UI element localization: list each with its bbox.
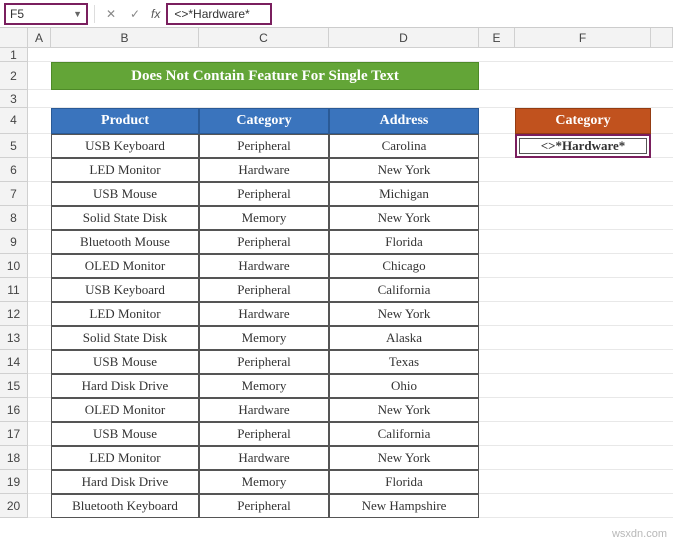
table-cell[interactable]: USB Mouse	[51, 422, 199, 446]
table-cell[interactable]: Bluetooth Keyboard	[51, 494, 199, 518]
table-cell[interactable]: Memory	[199, 206, 329, 230]
col-head-C[interactable]: C	[199, 28, 329, 48]
row-head[interactable]: 5	[0, 134, 28, 158]
table-cell[interactable]: OLED Monitor	[51, 254, 199, 278]
criteria-header: Category	[515, 108, 651, 134]
row-head[interactable]: 13	[0, 326, 28, 350]
row-head[interactable]: 18	[0, 446, 28, 470]
select-all-corner[interactable]	[0, 28, 28, 48]
table-cell[interactable]: Hardware	[199, 446, 329, 470]
name-box[interactable]: F5 ▼	[4, 3, 88, 25]
table-cell[interactable]: LED Monitor	[51, 302, 199, 326]
chevron-down-icon[interactable]: ▼	[73, 9, 82, 19]
table-cell[interactable]: LED Monitor	[51, 158, 199, 182]
row-head[interactable]: 6	[0, 158, 28, 182]
fx-label[interactable]: fx	[149, 7, 162, 21]
col-head-blank[interactable]	[651, 28, 673, 48]
col-head-A[interactable]: A	[28, 28, 51, 48]
table-cell[interactable]: Michigan	[329, 182, 479, 206]
table-cell[interactable]: Memory	[199, 374, 329, 398]
table-cell[interactable]: New York	[329, 446, 479, 470]
table-header-product: Product	[51, 108, 199, 134]
table-cell[interactable]: Hard Disk Drive	[51, 374, 199, 398]
formula-text: <>*Hardware*	[174, 7, 249, 21]
table-cell[interactable]: Peripheral	[199, 278, 329, 302]
table-cell[interactable]: Hardware	[199, 398, 329, 422]
table-cell[interactable]: Florida	[329, 230, 479, 254]
table-cell[interactable]: New York	[329, 302, 479, 326]
row-head[interactable]: 11	[0, 278, 28, 302]
table-cell[interactable]: Florida	[329, 470, 479, 494]
row-head[interactable]: 16	[0, 398, 28, 422]
table-cell[interactable]: Solid State Disk	[51, 326, 199, 350]
table-cell[interactable]: California	[329, 422, 479, 446]
page-title: Does Not Contain Feature For Single Text	[51, 62, 479, 90]
table-cell[interactable]: Memory	[199, 470, 329, 494]
col-head-F[interactable]: F	[515, 28, 651, 48]
separator	[94, 5, 95, 23]
row-head[interactable]: 15	[0, 374, 28, 398]
row-head[interactable]: 20	[0, 494, 28, 518]
row-head[interactable]: 3	[0, 90, 28, 108]
col-head-B[interactable]: B	[51, 28, 199, 48]
row-head[interactable]: 9	[0, 230, 28, 254]
row-head[interactable]: 4	[0, 108, 28, 134]
row-head[interactable]: 17	[0, 422, 28, 446]
table-cell[interactable]: Bluetooth Mouse	[51, 230, 199, 254]
table-header-category: Category	[199, 108, 329, 134]
table-cell[interactable]: Peripheral	[199, 350, 329, 374]
table-cell[interactable]: Peripheral	[199, 134, 329, 158]
table-cell[interactable]: Peripheral	[199, 422, 329, 446]
watermark: wsxdn.com	[612, 528, 667, 540]
table-cell[interactable]: New York	[329, 398, 479, 422]
row-head[interactable]: 10	[0, 254, 28, 278]
table-cell[interactable]: Solid State Disk	[51, 206, 199, 230]
row-head[interactable]: 1	[0, 48, 28, 62]
table-cell[interactable]: OLED Monitor	[51, 398, 199, 422]
spreadsheet-grid[interactable]: A B C D E F 1 2 Does Not Contain Feature…	[0, 28, 673, 518]
row-head[interactable]: 19	[0, 470, 28, 494]
formula-input[interactable]: <>*Hardware*	[166, 3, 272, 25]
col-head-E[interactable]: E	[479, 28, 515, 48]
table-cell[interactable]: Carolina	[329, 134, 479, 158]
row-head[interactable]: 8	[0, 206, 28, 230]
table-cell[interactable]: Hard Disk Drive	[51, 470, 199, 494]
table-cell[interactable]: Hardware	[199, 302, 329, 326]
table-cell[interactable]: Peripheral	[199, 182, 329, 206]
table-cell[interactable]: Ohio	[329, 374, 479, 398]
row-head[interactable]: 2	[0, 62, 28, 90]
table-cell[interactable]: Texas	[329, 350, 479, 374]
table-cell[interactable]: Hardware	[199, 254, 329, 278]
table-header-address: Address	[329, 108, 479, 134]
name-box-value: F5	[10, 7, 24, 21]
table-cell[interactable]: New York	[329, 158, 479, 182]
table-cell[interactable]: Memory	[199, 326, 329, 350]
table-cell[interactable]: Peripheral	[199, 230, 329, 254]
table-cell[interactable]: Alaska	[329, 326, 479, 350]
col-head-D[interactable]: D	[329, 28, 479, 48]
table-cell[interactable]: New York	[329, 206, 479, 230]
row-head[interactable]: 12	[0, 302, 28, 326]
table-cell[interactable]: Peripheral	[199, 494, 329, 518]
row-head[interactable]: 7	[0, 182, 28, 206]
enter-icon[interactable]: ✓	[125, 4, 145, 24]
table-cell[interactable]: USB Keyboard	[51, 134, 199, 158]
table-cell[interactable]: USB Mouse	[51, 350, 199, 374]
table-cell[interactable]: Chicago	[329, 254, 479, 278]
table-cell[interactable]: LED Monitor	[51, 446, 199, 470]
formula-bar: F5 ▼ ✕ ✓ fx <>*Hardware*	[0, 0, 673, 28]
row-head[interactable]: 14	[0, 350, 28, 374]
cancel-icon[interactable]: ✕	[101, 4, 121, 24]
table-cell[interactable]: USB Mouse	[51, 182, 199, 206]
table-cell[interactable]: Hardware	[199, 158, 329, 182]
table-cell[interactable]: California	[329, 278, 479, 302]
table-cell[interactable]: New Hampshire	[329, 494, 479, 518]
table-cell[interactable]: USB Keyboard	[51, 278, 199, 302]
active-cell[interactable]: <>*Hardware*	[515, 134, 651, 158]
